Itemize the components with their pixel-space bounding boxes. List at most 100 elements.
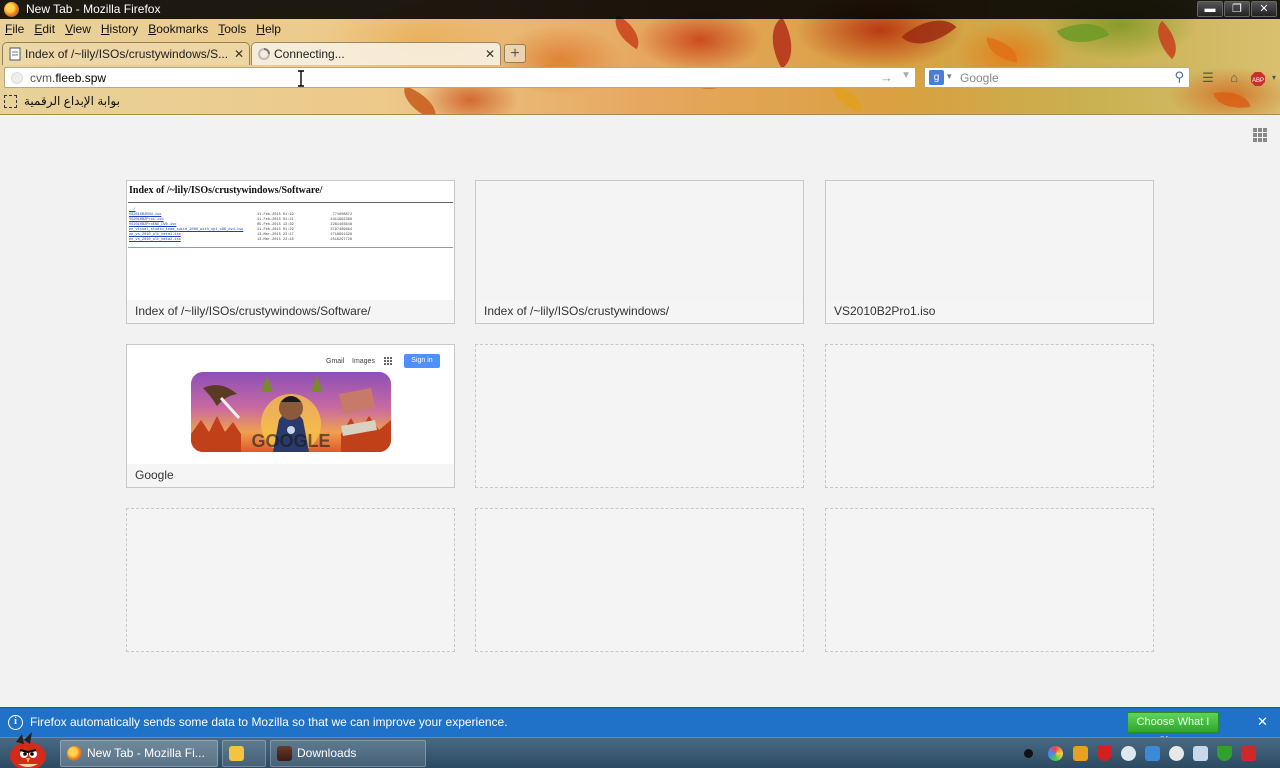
tab-index-of-software[interactable]: Index of /~lily/ISOs/crustywindows/S... … [2, 42, 250, 65]
tile-thumbnail [826, 181, 1153, 301]
signin-button: Sign in [404, 354, 440, 368]
taskbar-downloads-button[interactable]: Downloads [270, 740, 426, 767]
url-text[interactable]: cvm.fleeb.spw [30, 71, 106, 85]
google-engine-icon[interactable]: g [929, 70, 944, 85]
tab-connecting[interactable]: Connecting... ✕ [251, 42, 501, 65]
menu-tools[interactable]: Tools [218, 19, 246, 39]
menu-edit[interactable]: Edit [34, 19, 55, 39]
go-arrow-icon[interactable]: → [880, 70, 893, 85]
adblock-plus-icon[interactable]: ABP [1250, 71, 1266, 87]
choose-what-i-share-button[interactable]: Choose What I Share [1127, 712, 1219, 747]
url-bar[interactable]: cvm.fleeb.spw → ▼ [4, 67, 916, 88]
color-picker-icon[interactable] [1048, 746, 1063, 761]
navigation-toolbar: cvm.fleeb.spw → ▼ g ▾ Google ⚲ ☰ ⌂ ABP ▾ [0, 65, 1280, 90]
record-dot-icon[interactable] [1024, 749, 1033, 758]
gmail-link: Gmail [326, 358, 345, 365]
downloads-folder-icon [277, 746, 292, 761]
smiley-icon[interactable] [1169, 746, 1184, 761]
menu-label: elp [264, 22, 281, 36]
tile-title: VS2010B2Pro1.iso [826, 300, 1153, 323]
tile-google[interactable]: Gmail Images Sign in GOOGLE Google [126, 344, 455, 488]
data-sharing-notification: i Firefox automatically sends some data … [0, 707, 1280, 747]
engine-dropdown-icon[interactable]: ▾ [947, 71, 952, 82]
taskbar-app-button[interactable] [222, 740, 266, 767]
file-size: 2516297728 [330, 238, 352, 242]
tile-title: Index of /~lily/ISOs/crustywindows/Softw… [127, 300, 454, 323]
start-bird-icon[interactable] [4, 732, 50, 768]
apps-grid-icon [384, 357, 392, 365]
history-dropdown-icon[interactable]: ▼ [901, 70, 911, 81]
display-icon[interactable] [1193, 746, 1208, 761]
tile-vs2010-iso[interactable]: VS2010B2Pro1.iso [825, 180, 1154, 324]
listing-heading: Index of /~lily/ISOs/crustywindows/Softw… [129, 185, 323, 196]
menu-mnemonic: H [100, 22, 110, 36]
tab-label: Connecting... [274, 47, 345, 61]
listing-row: en_vs_2010_ult_beta2.iso 13-Mar-2015 23:1… [129, 238, 352, 243]
close-tab-icon[interactable]: ✕ [485, 43, 495, 65]
doodle-illustration: GOOGLE [191, 376, 391, 452]
close-window-button[interactable]: ✕ [1251, 1, 1277, 17]
close-notification-icon[interactable]: ✕ [1257, 714, 1268, 730]
close-red-icon[interactable] [1241, 746, 1256, 761]
google-doodle: GOOGLE [191, 372, 391, 452]
magnifier-icon[interactable]: ⚲ [1174, 69, 1184, 85]
search-placeholder: Google [960, 71, 999, 85]
bookmark-item[interactable]: بوابة الإبداع الرقمية [4, 94, 120, 108]
maximize-button[interactable]: ❐ [1224, 1, 1250, 17]
home-icon[interactable]: ⌂ [1226, 70, 1242, 86]
tab-label: Index of /~lily/ISOs/crustywindows/S... [25, 47, 229, 61]
close-tab-icon[interactable]: ✕ [234, 43, 244, 65]
tab-strip: Index of /~lily/ISOs/crustywindows/S... … [0, 40, 1280, 65]
tile-thumbnail: Index of /~lily/ISOs/crustywindows/Softw… [127, 181, 454, 301]
menu-view[interactable]: View [65, 19, 91, 39]
url-domain: fleeb.spw [55, 71, 107, 85]
tile-title: Index of /~lily/ISOs/crustywindows/ [476, 300, 803, 323]
tile-thumbnail [476, 181, 803, 301]
search-bar[interactable]: g ▾ Google ⚲ [924, 67, 1190, 88]
new-tab-button[interactable]: + [504, 44, 526, 63]
menu-mnemonic: V [65, 22, 73, 36]
text-cursor-icon [298, 70, 304, 87]
doodle-wordmark: GOOGLE [251, 431, 330, 451]
menu-help[interactable]: Help [256, 19, 281, 39]
menu-label: istory [109, 22, 139, 36]
adblock-dropdown-icon[interactable]: ▾ [1266, 70, 1280, 86]
tile-empty[interactable] [475, 344, 804, 488]
menu-bar: File Edit View History Bookmarks Tools H… [0, 19, 281, 39]
listing-rule [128, 247, 453, 248]
tile-empty[interactable] [825, 508, 1154, 652]
tile-thumbnail: Gmail Images Sign in GOOGLE [127, 345, 454, 465]
bookmark-label: بوابة الإبداع الرقمية [24, 94, 120, 108]
bookmark-placeholder-icon [4, 95, 17, 108]
bookmarks-toolbar: بوابة الإبداع الرقمية [0, 90, 1280, 114]
tile-empty[interactable] [475, 508, 804, 652]
minimize-button[interactable]: ▬ [1197, 1, 1223, 17]
chat-bubble-icon[interactable] [1121, 746, 1136, 761]
menu-history[interactable]: History [101, 19, 138, 39]
site-identity-icon[interactable] [11, 72, 23, 84]
bookmarks-menu-icon[interactable]: ☰ [1200, 70, 1216, 86]
menu-label: ools [224, 22, 247, 36]
checkmark-shield-icon[interactable] [1217, 746, 1232, 761]
menu-file[interactable]: File [5, 19, 24, 39]
images-link: Images [352, 358, 375, 365]
window-titlebar: New Tab - Mozilla Firefox ▬ ❐ ✕ [0, 0, 1280, 19]
new-tab-page: Index of /~lily/ISOs/crustywindows/Softw… [0, 115, 1280, 707]
shield-icon[interactable] [1097, 746, 1112, 761]
info-icon: i [8, 715, 23, 730]
menu-label: ookmarks [156, 22, 209, 36]
network-icon[interactable] [1145, 746, 1160, 761]
loading-spinner-icon [258, 48, 270, 60]
tile-index-crustywindows[interactable]: Index of /~lily/ISOs/crustywindows/ [475, 180, 804, 324]
firefox-logo-icon [4, 2, 19, 17]
taskbar-firefox-button[interactable]: New Tab - Mozilla Fi... [60, 740, 218, 767]
menu-bookmarks[interactable]: Bookmarks [148, 19, 208, 39]
toggle-grid-icon[interactable] [1253, 128, 1267, 142]
menu-label: ile [12, 22, 25, 36]
tile-index-software[interactable]: Index of /~lily/ISOs/crustywindows/Softw… [126, 180, 455, 324]
window-title: New Tab - Mozilla Firefox [26, 2, 161, 16]
tile-empty[interactable] [126, 508, 455, 652]
media-icon[interactable] [1073, 746, 1088, 761]
tile-empty[interactable] [825, 344, 1154, 488]
listing-rule [128, 202, 453, 203]
